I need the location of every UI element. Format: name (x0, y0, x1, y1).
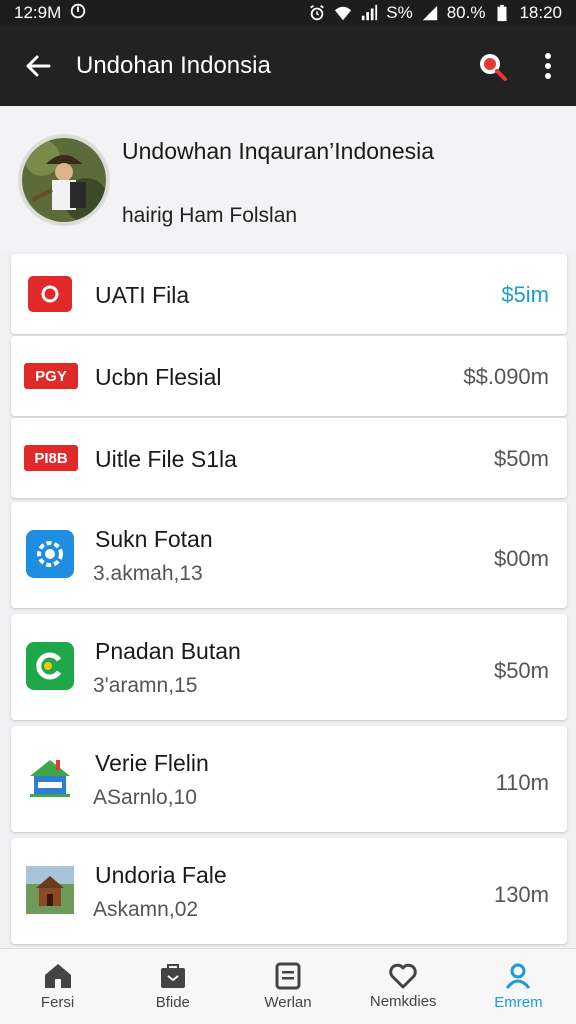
item-title: Verie Flelin (95, 750, 209, 776)
item-amount: 130m (493, 882, 549, 907)
item-amount: $50m (493, 658, 549, 683)
battery-icon (493, 4, 511, 22)
item-title: UATI Fila (95, 282, 190, 308)
signal-icon-2 (421, 4, 439, 22)
avatar[interactable] (18, 134, 110, 226)
heart-icon (389, 963, 417, 989)
list-item[interactable]: Pnadan Butan 3'aramn,15 $50m (11, 614, 567, 720)
item-title: Sukn Fotan (95, 526, 213, 552)
wifi-icon (334, 4, 352, 22)
more-options-button[interactable] (520, 26, 576, 106)
list-item[interactable]: Sukn Fotan 3.akmah,13 $00m (11, 502, 567, 608)
hut-landscape-icon (25, 865, 75, 915)
bottom-nav: Fersi Bfide Werlan Nemkdies Emrem (0, 948, 576, 1024)
item-title: Pnadan Butan (95, 638, 241, 664)
nav-label: Bfide (155, 994, 190, 1011)
alarm-icon (308, 4, 326, 22)
profile-title: Undowhan Inqauran’Indonesia (122, 138, 435, 164)
battery-level: 80.% (446, 3, 486, 22)
item-subtitle: 3'aramn,15 (93, 674, 198, 697)
app-title: Undohan Indonsia (76, 52, 271, 79)
avatar-image (22, 138, 106, 222)
item-amount: $5im (501, 282, 549, 307)
nav-label: Fersi (40, 994, 75, 1011)
bag-icon (160, 964, 185, 988)
search-icon (480, 54, 507, 81)
app-bar: Undohan Indonsia (0, 26, 576, 106)
nav-item-profile[interactable]: Emrem (461, 949, 576, 1024)
status-time-left: 12:9M (14, 3, 62, 22)
item-amount: $00m (493, 546, 549, 571)
nav-label: Emrem (494, 994, 543, 1011)
nav-item-bag[interactable]: Bfide (115, 949, 230, 1024)
red-pi-badge-icon: PI8B (23, 433, 79, 483)
search-button[interactable] (464, 26, 520, 106)
item-title: Ucbn Flesial (95, 364, 222, 390)
badge-text: PI8B (24, 445, 78, 471)
red-rounded-app-icon (25, 269, 75, 319)
list-item[interactable]: PI8B Uitle File S1la $50m (11, 418, 567, 498)
list-item[interactable]: UATI Fila $5im (11, 254, 567, 334)
badge-text: PGY (24, 363, 78, 389)
nav-label: Werlan (264, 994, 312, 1011)
list-item[interactable]: PGY Ucbn Flesial $$.090m (11, 336, 567, 416)
list-item[interactable]: Undoria Fale Askamn,02 130m (11, 838, 567, 944)
list-item[interactable]: Verie Flelin ASarnlo,10 110m (11, 726, 567, 832)
home-icon (44, 964, 71, 988)
document-icon (275, 962, 301, 990)
red-pgy-badge-icon: PGY (23, 351, 79, 401)
nav-item-home[interactable]: Fersi (0, 949, 115, 1024)
profile-subtitle: hairig Ham Folslan (122, 204, 298, 227)
signal-icon (360, 4, 378, 22)
more-vert-icon (545, 53, 551, 79)
blue-gear-icon (25, 529, 75, 579)
status-bar: 12:9M S% 80.% 18:20 (0, 0, 576, 26)
nav-item-favorites[interactable]: Nemkdies (346, 949, 461, 1024)
item-title: Undoria Fale (95, 862, 227, 888)
item-subtitle: 3.akmah,13 (93, 562, 203, 585)
item-subtitle: ASarnlo,10 (93, 786, 197, 809)
item-amount: $$.090m (463, 364, 549, 389)
house-icon (25, 753, 75, 803)
profile-header: Undowhan Inqauran’Indonesia hairig Ham F… (0, 106, 576, 252)
arrow-left-icon (26, 55, 51, 77)
item-subtitle: Askamn,02 (93, 898, 199, 921)
sync-icon (69, 2, 87, 25)
signal-text: S% (386, 3, 413, 22)
nav-item-document[interactable]: Werlan (230, 949, 345, 1024)
status-time-right: 18:20 (519, 3, 562, 22)
item-title: Uitle File S1la (95, 446, 237, 472)
nav-label: Nemkdies (369, 993, 437, 1010)
person-icon (506, 963, 531, 989)
item-amount: 110m (495, 770, 549, 795)
green-c-icon (25, 641, 75, 691)
item-amount: $50m (493, 446, 549, 471)
